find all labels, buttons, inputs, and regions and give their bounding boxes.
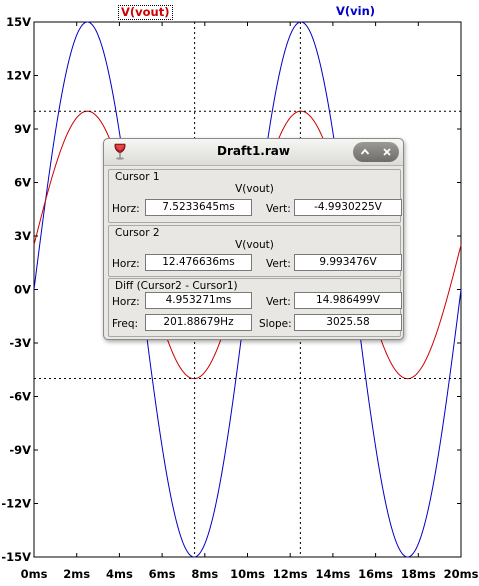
cursor2-vert-field[interactable]: 9.993476V bbox=[294, 254, 402, 271]
y-tick-label: -9V bbox=[9, 443, 31, 457]
vout-trace-title[interactable]: V(vout) bbox=[118, 5, 173, 20]
x-tick-label: 12ms bbox=[273, 567, 308, 581]
diff-vert-field[interactable]: 14.986499V bbox=[294, 292, 402, 309]
x-tick-label: 18ms bbox=[401, 567, 436, 581]
cursor1-vert-label: Vert: bbox=[266, 203, 291, 215]
cursor2-group: Cursor 2 V(vout) Horz: 12.476636ms Vert:… bbox=[108, 225, 402, 277]
cursor1-vert-field[interactable]: -4.9930225V bbox=[294, 199, 402, 216]
diff-horz-field[interactable]: 4.953271ms bbox=[145, 292, 252, 309]
cursor1-group-label: Cursor 1 bbox=[115, 171, 160, 183]
y-tick-label: -15V bbox=[1, 550, 31, 564]
vin-trace-title[interactable]: V(vin) bbox=[336, 5, 375, 18]
diff-horz-label: Horz: bbox=[112, 296, 140, 308]
x-tick-label: 2ms bbox=[63, 567, 90, 581]
y-tick-label: -3V bbox=[9, 336, 31, 350]
cursor2-group-label: Cursor 2 bbox=[115, 227, 160, 239]
cursor-readout-dialog: Draft1.raw Cursor 1 V(vout) Horz: 7.5233… bbox=[103, 138, 404, 340]
y-tick-label: 0V bbox=[14, 283, 31, 297]
y-tick-label: 12V bbox=[6, 69, 31, 83]
diff-freq-field[interactable]: 201.88679Hz bbox=[145, 314, 252, 331]
diff-vert-label: Vert: bbox=[266, 296, 291, 308]
x-tick-label: 8ms bbox=[191, 567, 218, 581]
cursor2-horz-field[interactable]: 12.476636ms bbox=[145, 254, 252, 271]
chevron-up-icon bbox=[360, 148, 370, 155]
close-button[interactable] bbox=[376, 142, 398, 162]
y-tick-label: 3V bbox=[14, 229, 31, 243]
x-tick-label: 6ms bbox=[149, 567, 176, 581]
x-tick-label: 14ms bbox=[315, 567, 350, 581]
x-tick-label: 20ms bbox=[444, 567, 479, 581]
cursor2-vert-label: Vert: bbox=[266, 258, 291, 270]
diff-freq-label: Freq: bbox=[112, 318, 139, 330]
y-tick-label: 15V bbox=[6, 15, 31, 29]
y-tick-label: -6V bbox=[9, 390, 31, 404]
x-tick-label: 4ms bbox=[106, 567, 133, 581]
diff-slope-field[interactable]: 3025.58 bbox=[294, 314, 402, 331]
cursor1-trace-name: V(vout) bbox=[235, 183, 274, 195]
y-tick-label: 9V bbox=[14, 122, 31, 136]
cursor2-trace-name: V(vout) bbox=[235, 239, 274, 251]
dialog-titlebar[interactable]: Draft1.raw bbox=[104, 139, 403, 166]
diff-group: Diff (Cursor2 - Cursor1) Horz: 4.953271m… bbox=[108, 278, 402, 337]
cursor1-horz-field[interactable]: 7.5233645ms bbox=[145, 199, 252, 216]
cursor1-group: Cursor 1 V(vout) Horz: 7.5233645ms Vert:… bbox=[108, 169, 402, 223]
titlebar-buttons bbox=[353, 142, 399, 162]
cursor2-horz-label: Horz: bbox=[112, 258, 140, 270]
y-tick-label: 6V bbox=[14, 176, 31, 190]
cursor1-horz-label: Horz: bbox=[112, 203, 140, 215]
diff-slope-label: Slope: bbox=[259, 318, 292, 330]
x-tick-label: 10ms bbox=[230, 567, 265, 581]
maximize-button[interactable] bbox=[354, 142, 376, 162]
x-tick-label: 16ms bbox=[358, 567, 393, 581]
close-icon bbox=[383, 148, 391, 156]
y-tick-label: -12V bbox=[1, 497, 31, 511]
diff-group-label: Diff (Cursor2 - Cursor1) bbox=[115, 280, 238, 292]
x-tick-label: 0ms bbox=[21, 567, 48, 581]
